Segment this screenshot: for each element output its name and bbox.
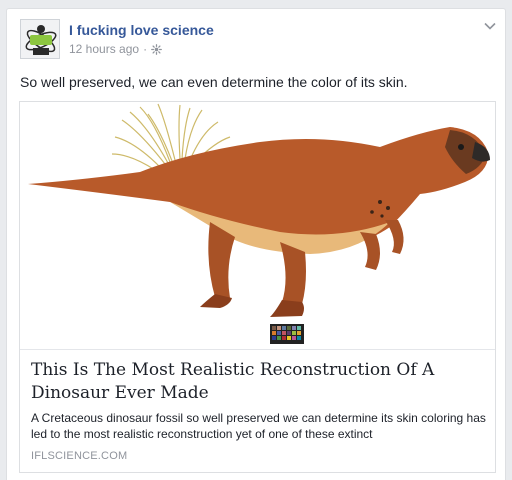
link-preview[interactable]: This Is The Most Realistic Reconstructio… [19,101,496,473]
meta-separator: · [143,42,148,56]
link-image[interactable] [20,102,495,350]
post-timestamp[interactable]: 12 hours ago [69,42,139,56]
link-title[interactable]: This Is The Most Realistic Reconstructio… [31,359,486,405]
post-meta: 12 hours ago · [69,42,162,56]
chevron-down-icon[interactable] [483,21,497,31]
link-domain: IFLSCIENCE.COM [31,450,128,462]
globe-icon[interactable] [151,43,162,55]
feed-post-card: I fucking love science 12 hours ago · So… [6,8,506,480]
page-name-link[interactable]: I fucking love science [69,22,214,38]
dinosaur-illustration [28,103,490,344]
science-logo-icon [21,20,59,58]
link-description: A Cretaceous dinosaur fossil so well pre… [31,411,486,441]
page-avatar[interactable] [20,19,60,59]
post-text: So well preserved, we can even determine… [20,74,408,90]
